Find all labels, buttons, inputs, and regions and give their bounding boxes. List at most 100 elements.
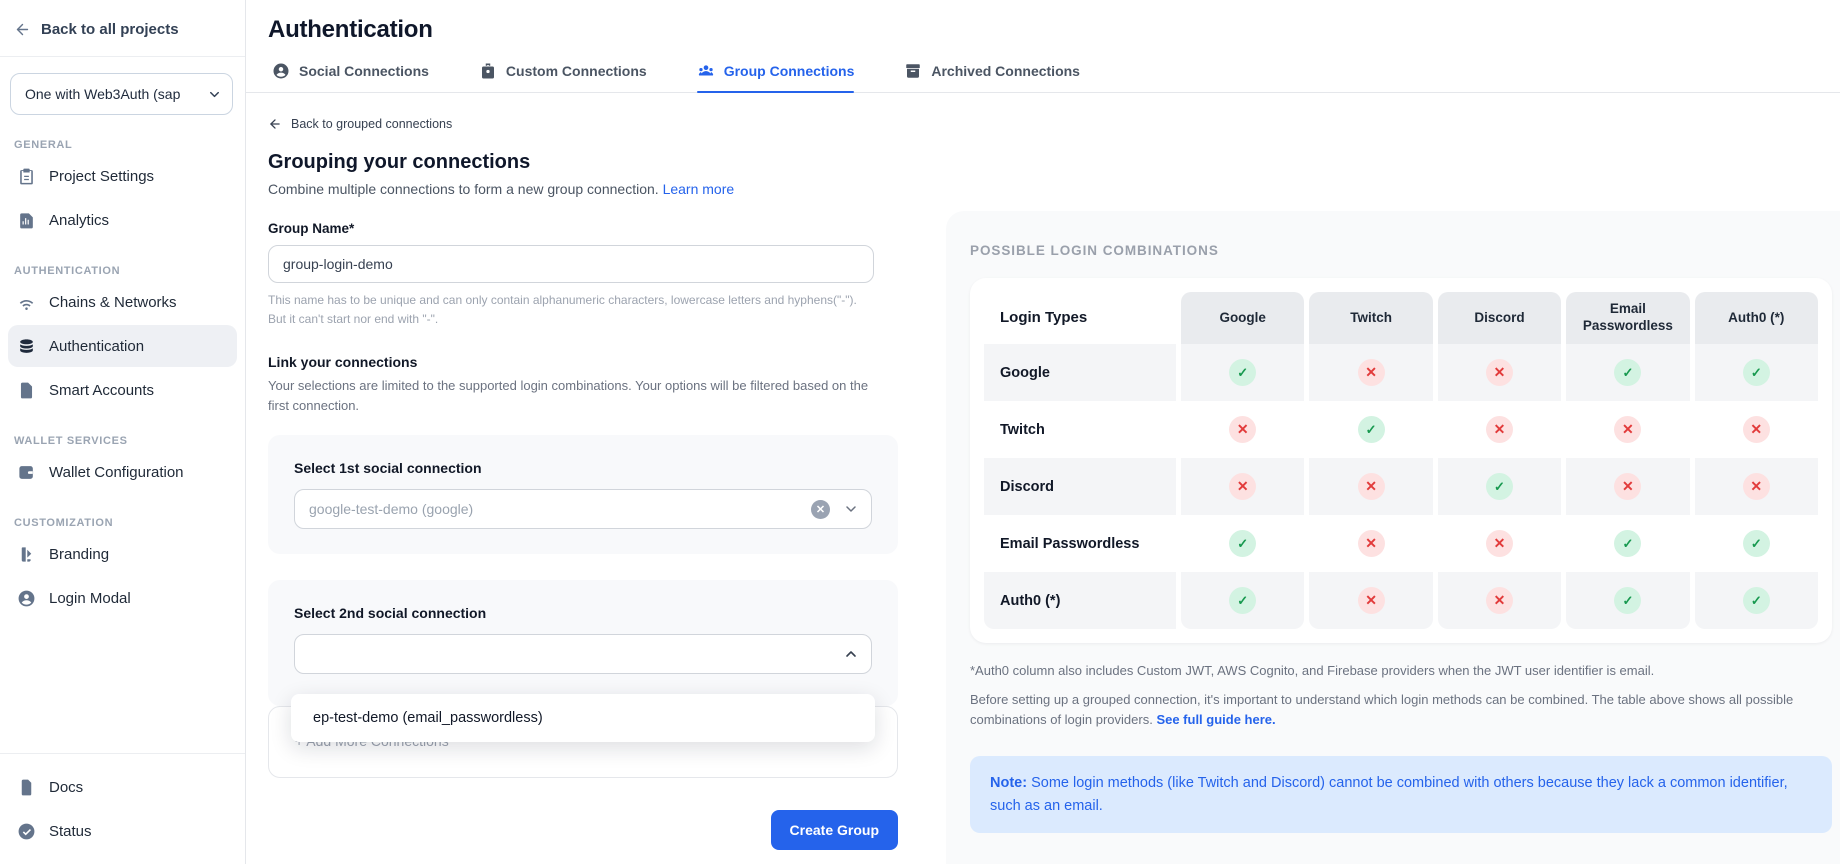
matrix-cell-allowed: ✓ bbox=[1181, 515, 1304, 572]
matrix-cell-blocked: ✕ bbox=[1181, 401, 1304, 458]
check-icon: ✓ bbox=[1229, 530, 1256, 557]
full-guide-link[interactable]: See full guide here. bbox=[1156, 712, 1275, 727]
matrix-column-header: Twitch bbox=[1309, 292, 1432, 344]
check-icon: ✓ bbox=[1486, 473, 1513, 500]
sidebar-item-authentication[interactable]: Authentication bbox=[8, 325, 237, 367]
sidebar-item-label: Wallet Configuration bbox=[49, 464, 184, 481]
x-icon: ✕ bbox=[1486, 416, 1513, 443]
matrix-cell-blocked: ✕ bbox=[1438, 344, 1561, 401]
back-to-grouped-link[interactable]: Back to grouped connections bbox=[268, 117, 946, 131]
matrix-cell-blocked: ✕ bbox=[1695, 401, 1818, 458]
first-connection-select[interactable]: google-test-demo (google) ✕ bbox=[294, 489, 872, 529]
x-icon: ✕ bbox=[1358, 587, 1385, 614]
back-to-projects-link[interactable]: Back to all projects bbox=[0, 0, 245, 56]
combinations-table-card: Login TypesGoogleTwitchDiscordEmail Pass… bbox=[970, 278, 1832, 643]
sidebar-item-label: Authentication bbox=[49, 338, 144, 355]
second-connection-wrap: Select 2nd social connection ep-test-dem… bbox=[268, 580, 898, 706]
note-text: Some login methods (like Twitch and Disc… bbox=[990, 775, 1788, 813]
check-icon: ✓ bbox=[1358, 416, 1385, 443]
sidebar-item-label: Project Settings bbox=[49, 168, 154, 185]
sidebar-item-status[interactable]: Status bbox=[8, 810, 237, 852]
matrix-cell-blocked: ✕ bbox=[1309, 515, 1432, 572]
learn-more-link[interactable]: Learn more bbox=[663, 181, 735, 197]
first-connection-label: Select 1st social connection bbox=[294, 460, 872, 476]
divider bbox=[0, 56, 245, 57]
matrix-row-label: Google bbox=[984, 344, 1176, 401]
form-heading: Grouping your connections bbox=[268, 151, 946, 174]
matrix-row-label: Auth0 (*) bbox=[984, 572, 1176, 629]
x-icon: ✕ bbox=[1358, 530, 1385, 557]
form-subheading: Combine multiple connections to form a n… bbox=[268, 181, 946, 197]
check-icon: ✓ bbox=[1743, 359, 1770, 386]
x-icon: ✕ bbox=[1743, 416, 1770, 443]
sidebar-item-project-settings[interactable]: Project Settings bbox=[8, 155, 237, 197]
check-circle-icon bbox=[16, 821, 36, 841]
matrix-cell-allowed: ✓ bbox=[1566, 572, 1689, 629]
sidebar-footer: Docs Status bbox=[0, 753, 245, 864]
tab-bar: Social Connections Custom Connections Grou… bbox=[268, 62, 1840, 92]
sidebar-section-label: CUSTOMIZATION bbox=[14, 517, 245, 529]
group-name-input[interactable] bbox=[268, 245, 874, 283]
sidebar-item-login-modal[interactable]: Login Modal bbox=[8, 577, 237, 619]
person-icon bbox=[272, 62, 290, 80]
chevron-down-icon[interactable] bbox=[843, 501, 859, 517]
sidebar-item-analytics[interactable]: Analytics bbox=[8, 199, 237, 241]
tab-archived-connections[interactable]: Archived Connections bbox=[904, 62, 1080, 92]
page-title: Authentication bbox=[268, 16, 1840, 44]
doc-icon bbox=[16, 777, 36, 797]
group-form: Back to grouped connections Grouping you… bbox=[246, 93, 946, 864]
chevron-up-icon[interactable] bbox=[843, 646, 859, 662]
link-connections-description: Your selections are limited to the suppo… bbox=[268, 376, 883, 415]
matrix-cell-allowed: ✓ bbox=[1438, 458, 1561, 515]
sidebar-item-smart-accounts[interactable]: Smart Accounts bbox=[8, 369, 237, 411]
second-connection-label: Select 2nd social connection bbox=[294, 605, 872, 621]
sidebar-sections: GENERALProject SettingsAnalyticsAUTHENTI… bbox=[0, 115, 245, 753]
dropdown-option[interactable]: ep-test-demo (email_passwordless) bbox=[291, 694, 875, 742]
sidebar-item-label: Login Modal bbox=[49, 590, 131, 607]
matrix-cell-allowed: ✓ bbox=[1566, 515, 1689, 572]
arrow-left-icon bbox=[268, 117, 282, 131]
project-selector[interactable]: One with Web3Auth (sap bbox=[10, 73, 233, 115]
matrix-row-label: Twitch bbox=[984, 401, 1176, 458]
x-icon: ✕ bbox=[1358, 473, 1385, 500]
app-root: Back to all projects One with Web3Auth (… bbox=[0, 0, 1840, 864]
second-connection-select[interactable] bbox=[294, 634, 872, 674]
matrix-cell-blocked: ✕ bbox=[1181, 458, 1304, 515]
arrow-left-icon bbox=[14, 21, 31, 38]
combinations-panel: POSSIBLE LOGIN COMBINATIONS Login TypesG… bbox=[946, 211, 1840, 864]
sidebar-item-chains-networks[interactable]: Chains & Networks bbox=[8, 281, 237, 323]
matrix-cell-allowed: ✓ bbox=[1695, 344, 1818, 401]
create-group-button[interactable]: Create Group bbox=[771, 810, 898, 850]
sidebar-item-branding[interactable]: Branding bbox=[8, 533, 237, 575]
wallet-icon bbox=[16, 462, 36, 482]
check-icon: ✓ bbox=[1743, 530, 1770, 557]
tab-group-connections[interactable]: Group Connections bbox=[697, 62, 855, 92]
matrix-column-header: Auth0 (*) bbox=[1695, 292, 1818, 344]
matrix-cell-allowed: ✓ bbox=[1181, 572, 1304, 629]
main-area: Authentication Social Connections Custom … bbox=[246, 0, 1840, 864]
clear-selection-icon[interactable]: ✕ bbox=[811, 500, 830, 519]
matrix-cell-blocked: ✕ bbox=[1566, 401, 1689, 458]
matrix-cell-blocked: ✕ bbox=[1309, 344, 1432, 401]
wifi-icon bbox=[16, 292, 36, 312]
first-connection-value: google-test-demo (google) bbox=[309, 501, 811, 517]
combinations-table: Login TypesGoogleTwitchDiscordEmail Pass… bbox=[984, 292, 1818, 629]
tab-label: Archived Connections bbox=[931, 63, 1080, 79]
check-icon: ✓ bbox=[1229, 359, 1256, 386]
x-icon: ✕ bbox=[1614, 416, 1641, 443]
sidebar-item-label: Smart Accounts bbox=[49, 382, 154, 399]
tab-custom-connections[interactable]: Custom Connections bbox=[479, 62, 647, 92]
sidebar-item-label: Docs bbox=[49, 779, 83, 796]
check-icon: ✓ bbox=[1229, 587, 1256, 614]
check-icon: ✓ bbox=[1614, 359, 1641, 386]
auth0-footnote: *Auth0 column also includes Custom JWT, … bbox=[970, 663, 1832, 678]
sidebar-item-label: Chains & Networks bbox=[49, 294, 177, 311]
sidebar-item-wallet-configuration[interactable]: Wallet Configuration bbox=[8, 451, 237, 493]
connection-dropdown: ep-test-demo (email_passwordless) bbox=[291, 694, 875, 742]
tab-social-connections[interactable]: Social Connections bbox=[272, 62, 429, 92]
sidebar-item-docs[interactable]: Docs bbox=[8, 766, 237, 808]
check-icon: ✓ bbox=[1614, 587, 1641, 614]
group-name-label: Group Name* bbox=[268, 221, 946, 236]
matrix-cell-blocked: ✕ bbox=[1438, 572, 1561, 629]
matrix-cell-blocked: ✕ bbox=[1309, 458, 1432, 515]
